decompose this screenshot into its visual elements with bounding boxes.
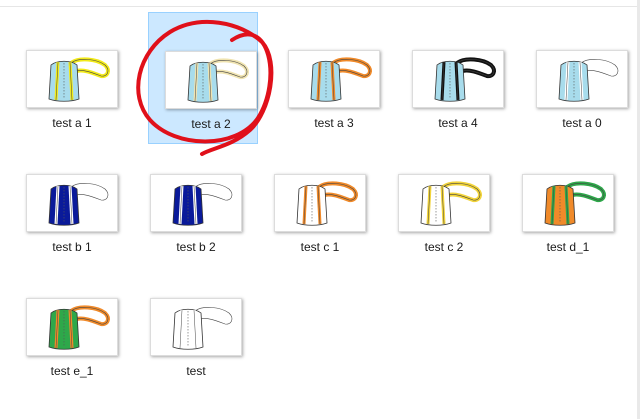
bag-icon bbox=[187, 58, 249, 103]
file-name: test a 2 bbox=[191, 117, 231, 131]
file-thumbnail bbox=[150, 298, 242, 356]
bag-icon bbox=[172, 181, 234, 226]
file-thumbnail bbox=[522, 174, 614, 232]
file-item[interactable]: test d_1 bbox=[506, 136, 616, 268]
bag-icon bbox=[434, 57, 496, 102]
file-item[interactable]: test a 2 bbox=[148, 12, 258, 144]
file-thumbnail bbox=[274, 174, 366, 232]
file-thumbnail bbox=[536, 50, 628, 108]
file-thumbnail bbox=[26, 298, 118, 356]
file-name: test b 1 bbox=[52, 240, 92, 254]
file-item[interactable]: test bbox=[134, 260, 244, 392]
file-item[interactable]: test e_1 bbox=[10, 260, 120, 392]
file-name: test b 2 bbox=[176, 240, 216, 254]
file-item[interactable]: test a 3 bbox=[272, 12, 382, 144]
file-name: test d_1 bbox=[546, 240, 590, 254]
bag-icon bbox=[544, 181, 606, 226]
file-name: test a 0 bbox=[562, 116, 602, 130]
file-item[interactable]: test a 0 bbox=[520, 12, 630, 144]
file-name: test a 4 bbox=[438, 116, 478, 130]
bag-icon bbox=[48, 57, 110, 102]
bag-icon bbox=[48, 181, 110, 226]
file-thumbnail bbox=[398, 174, 490, 232]
bag-icon bbox=[48, 305, 110, 350]
file-item[interactable]: test c 1 bbox=[258, 136, 368, 268]
file-name: test a 1 bbox=[52, 116, 92, 130]
file-item[interactable]: test a 4 bbox=[396, 12, 506, 144]
file-thumbnail bbox=[412, 50, 504, 108]
file-item[interactable]: test a 1 bbox=[10, 12, 120, 144]
file-thumbnail bbox=[150, 174, 242, 232]
file-thumbnail bbox=[288, 50, 380, 108]
file-name: test c 2 bbox=[424, 240, 464, 254]
file-name: test a 3 bbox=[314, 116, 354, 130]
bag-icon bbox=[558, 57, 620, 102]
file-name: test c 1 bbox=[300, 240, 340, 254]
file-thumbnail bbox=[26, 50, 118, 108]
file-name: test e_1 bbox=[50, 364, 94, 378]
file-grid: test a 1 test a 2 test a 3 test a 4 test… bbox=[0, 0, 640, 419]
file-thumbnail bbox=[26, 174, 118, 232]
bag-icon bbox=[420, 181, 482, 226]
bag-icon bbox=[310, 57, 372, 102]
file-item[interactable]: test b 1 bbox=[10, 136, 120, 268]
file-thumbnail bbox=[165, 51, 257, 109]
file-item[interactable]: test c 2 bbox=[382, 136, 492, 268]
bag-icon bbox=[296, 181, 358, 226]
file-name: test bbox=[186, 364, 206, 378]
bag-icon bbox=[172, 305, 234, 350]
file-item[interactable]: test b 2 bbox=[134, 136, 244, 268]
